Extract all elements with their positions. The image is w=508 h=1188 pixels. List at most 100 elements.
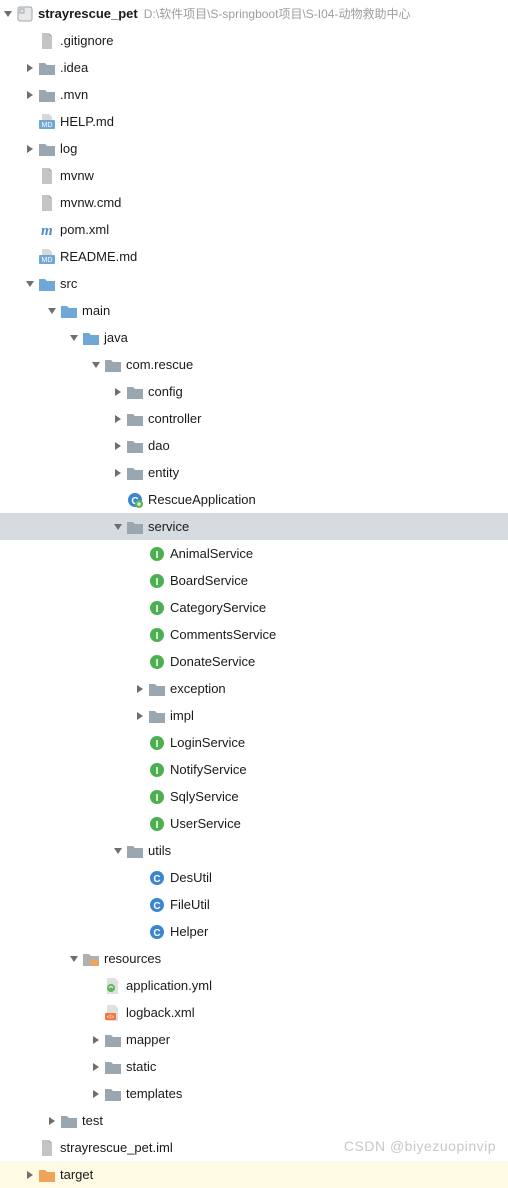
chevron-down-icon[interactable] <box>22 276 38 292</box>
tree-item-label: logback.xml <box>126 1005 195 1020</box>
tree-item-label: test <box>82 1113 103 1128</box>
folder-icon <box>104 1031 122 1049</box>
xml-icon: </> <box>104 1004 122 1022</box>
file-readme-md[interactable]: MDREADME.md <box>0 243 508 270</box>
file-pom-xml[interactable]: mpom.xml <box>0 216 508 243</box>
interface-board-service[interactable]: IBoardService <box>0 567 508 594</box>
file-mvnw-cmd[interactable]: mvnw.cmd <box>0 189 508 216</box>
folder-mvn[interactable]: .mvn <box>0 81 508 108</box>
tree-item-label: CommentsService <box>170 627 276 642</box>
folder-icon <box>126 464 144 482</box>
folder-icon <box>38 59 56 77</box>
class-helper[interactable]: CHelper <box>0 918 508 945</box>
tree-item-label: strayrescue_pet.iml <box>60 1140 173 1155</box>
chevron-right-icon[interactable] <box>88 1086 104 1102</box>
tree-item-label: LoginService <box>170 735 245 750</box>
interface-login-service[interactable]: ILoginService <box>0 729 508 756</box>
tree-item-label: impl <box>170 708 194 723</box>
chevron-right-icon[interactable] <box>22 1167 38 1183</box>
interface-user-service[interactable]: IUserService <box>0 810 508 837</box>
svg-text:C: C <box>153 901 160 912</box>
interface-animal-service[interactable]: I AnimalService <box>0 540 508 567</box>
tree-item-label: com.rescue <box>126 357 193 372</box>
tree-item-label: config <box>148 384 183 399</box>
package-service[interactable]: service <box>0 513 508 540</box>
package-config[interactable]: config <box>0 378 508 405</box>
chevron-right-icon[interactable] <box>132 708 148 724</box>
interface-category-service[interactable]: I CategoryService <box>0 594 508 621</box>
chevron-down-icon[interactable] <box>44 303 60 319</box>
package-utils[interactable]: utils <box>0 837 508 864</box>
chevron-right-icon[interactable] <box>110 465 126 481</box>
folder-templates[interactable]: templates <box>0 1080 508 1107</box>
svg-text:I: I <box>156 658 159 669</box>
class-rescue-application[interactable]: CRescueApplication <box>0 486 508 513</box>
tree-item-label: UserService <box>170 816 241 831</box>
interface-sqly-service[interactable]: ISqlyService <box>0 783 508 810</box>
tree-item-label: log <box>60 141 77 156</box>
file-mvnw[interactable]: mvnw <box>0 162 508 189</box>
class-des-util[interactable]: CDesUtil <box>0 864 508 891</box>
project-tree[interactable]: strayrescue_petD:\软件项目\S-springboot项目\S-… <box>0 0 508 1188</box>
folder-icon <box>104 1085 122 1103</box>
folder-icon <box>126 410 144 428</box>
file-logback-xml[interactable]: </> logback.xml <box>0 999 508 1026</box>
folder-static[interactable]: static <box>0 1053 508 1080</box>
file-gitignore[interactable]: .gitignore <box>0 27 508 54</box>
class-file-util[interactable]: C FileUtil <box>0 891 508 918</box>
chevron-right-icon[interactable] <box>22 87 38 103</box>
chevron-down-icon[interactable] <box>66 951 82 967</box>
tree-item-label: FileUtil <box>170 897 210 912</box>
tree-item-label: .idea <box>60 60 88 75</box>
interface-icon: I <box>148 545 166 563</box>
folder-icon <box>104 1058 122 1076</box>
folder-blue-icon <box>60 302 78 320</box>
tree-item-label: mapper <box>126 1032 170 1047</box>
svg-text:I: I <box>156 604 159 615</box>
folder-test[interactable]: test <box>0 1107 508 1134</box>
folder-java[interactable]: java <box>0 324 508 351</box>
interface-donate-service[interactable]: IDonateService <box>0 648 508 675</box>
package-exception[interactable]: exception <box>0 675 508 702</box>
folder-log[interactable]: log <box>0 135 508 162</box>
tree-item-label: java <box>104 330 128 345</box>
folder-src[interactable]: src <box>0 270 508 297</box>
tree-item-label: controller <box>148 411 201 426</box>
package-controller[interactable]: controller <box>0 405 508 432</box>
interface-icon: I <box>148 626 166 644</box>
chevron-right-icon[interactable] <box>110 384 126 400</box>
project-root[interactable]: strayrescue_petD:\软件项目\S-springboot项目\S-… <box>0 0 508 27</box>
chevron-right-icon[interactable] <box>22 141 38 157</box>
chevron-down-icon[interactable] <box>88 357 104 373</box>
package-dao[interactable]: dao <box>0 432 508 459</box>
folder-resources[interactable]: resources <box>0 945 508 972</box>
chevron-right-icon[interactable] <box>44 1113 60 1129</box>
chevron-down-icon[interactable] <box>110 843 126 859</box>
folder-mapper[interactable]: mapper <box>0 1026 508 1053</box>
package-com-rescue[interactable]: com.rescue <box>0 351 508 378</box>
interface-notify-service[interactable]: INotifyService <box>0 756 508 783</box>
interface-comments-service[interactable]: I CommentsService <box>0 621 508 648</box>
svg-text:I: I <box>156 793 159 804</box>
package-impl[interactable]: impl <box>0 702 508 729</box>
file-application-yml[interactable]: application.yml <box>0 972 508 999</box>
file-help-md[interactable]: MDHELP.md <box>0 108 508 135</box>
chevron-down-icon[interactable] <box>0 6 16 22</box>
tree-item-label: CategoryService <box>170 600 266 615</box>
chevron-right-icon[interactable] <box>110 438 126 454</box>
chevron-down-icon[interactable] <box>110 519 126 535</box>
folder-target[interactable]: target <box>0 1161 508 1188</box>
chevron-right-icon[interactable] <box>88 1032 104 1048</box>
folder-main[interactable]: main <box>0 297 508 324</box>
folder-icon <box>126 842 144 860</box>
chevron-right-icon[interactable] <box>88 1059 104 1075</box>
chevron-right-icon[interactable] <box>22 60 38 76</box>
folder-icon <box>60 1112 78 1130</box>
chevron-right-icon[interactable] <box>132 681 148 697</box>
interface-icon: I <box>148 653 166 671</box>
chevron-right-icon[interactable] <box>110 411 126 427</box>
package-entity[interactable]: entity <box>0 459 508 486</box>
folder-idea[interactable]: .idea <box>0 54 508 81</box>
tree-item-label: AnimalService <box>170 546 253 561</box>
chevron-down-icon[interactable] <box>66 330 82 346</box>
